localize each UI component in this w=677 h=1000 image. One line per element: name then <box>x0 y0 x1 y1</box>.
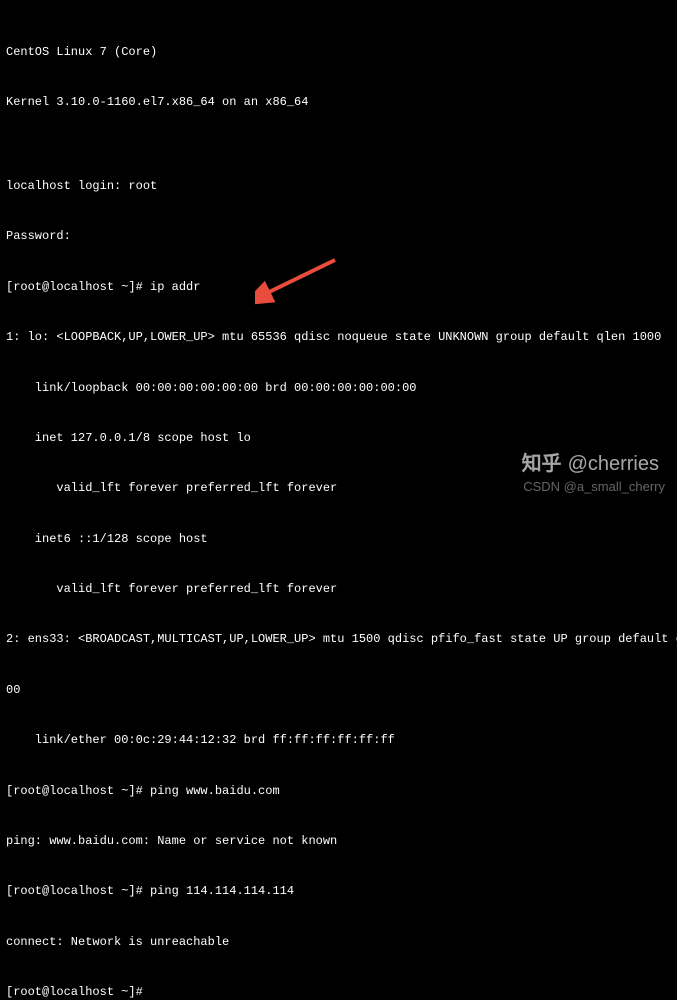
terminal-line: 1: lo: <LOOPBACK,UP,LOWER_UP> mtu 65536 … <box>6 329 671 346</box>
terminal-line: CentOS Linux 7 (Core) <box>6 44 671 61</box>
zhihu-username: @cherries <box>568 450 659 478</box>
terminal-line: [root@localhost ~]# ping www.baidu.com <box>6 783 671 800</box>
csdn-watermark: CSDN @a_small_cherry <box>523 478 665 496</box>
terminal-line: [root@localhost ~]# ip addr <box>6 279 671 296</box>
terminal-line: localhost login: root <box>6 178 671 195</box>
zhihu-logo-text: 知乎 <box>522 450 562 478</box>
terminal-line: inet6 ::1/128 scope host <box>6 531 671 548</box>
terminal-line: connect: Network is unreachable <box>6 934 671 951</box>
terminal-line: Kernel 3.10.0-1160.el7.x86_64 on an x86_… <box>6 94 671 111</box>
zhihu-watermark: 知乎 @cherries <box>522 450 659 478</box>
terminal-line: [root@localhost ~]# ping 114.114.114.114 <box>6 883 671 900</box>
terminal-line: link/loopback 00:00:00:00:00:00 brd 00:0… <box>6 380 671 397</box>
terminal-line: ping: www.baidu.com: Name or service not… <box>6 833 671 850</box>
terminal-line: 00 <box>6 682 671 699</box>
terminal-line: Password: <box>6 228 671 245</box>
terminal-line: 2: ens33: <BROADCAST,MULTICAST,UP,LOWER_… <box>6 631 671 648</box>
terminal-output[interactable]: CentOS Linux 7 (Core) Kernel 3.10.0-1160… <box>0 0 677 1000</box>
terminal-line: inet 127.0.0.1/8 scope host lo <box>6 430 671 447</box>
terminal-line: valid_lft forever preferred_lft forever <box>6 581 671 598</box>
terminal-line: [root@localhost ~]# <box>6 984 671 1000</box>
terminal-line: link/ether 00:0c:29:44:12:32 brd ff:ff:f… <box>6 732 671 749</box>
